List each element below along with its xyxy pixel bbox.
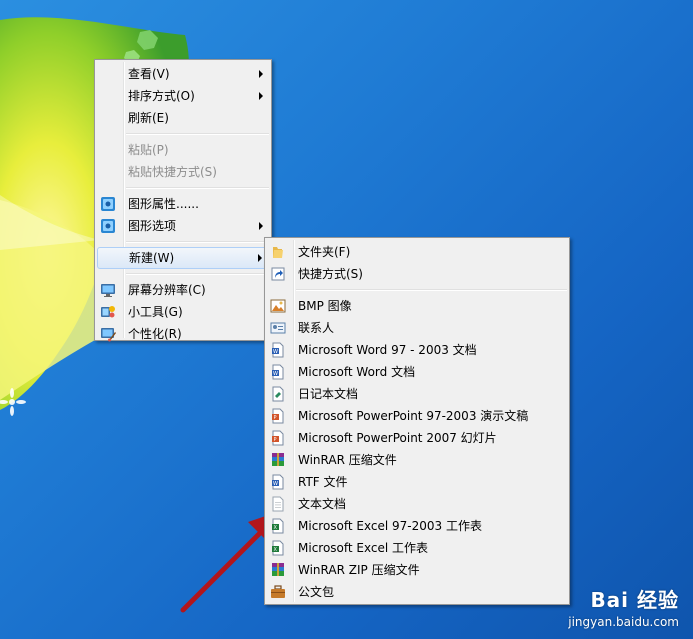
- new-item-winrar-zip[interactable]: WinRAR ZIP 压缩文件: [265, 559, 569, 581]
- winrar-zip-icon: [272, 563, 284, 576]
- svg-text:W: W: [273, 481, 278, 487]
- gadgets-icon: [101, 306, 115, 318]
- contact-icon: [270, 322, 286, 334]
- powerpoint-2007-icon: P: [272, 430, 284, 446]
- shortcut-icon: [271, 267, 285, 281]
- menu-item-paste-shortcut: 粘贴快捷方式(S): [128, 165, 217, 179]
- new-item-contact[interactable]: 联系人: [265, 317, 569, 339]
- menu-item-gadgets[interactable]: 小工具(G): [95, 301, 271, 323]
- menu-separator: [296, 289, 567, 291]
- personalize-icon: [101, 328, 116, 342]
- menu-separator: [126, 187, 269, 189]
- menu-item-personalize[interactable]: 个性化(R): [95, 323, 271, 345]
- menu-separator: [126, 273, 269, 275]
- folder-icon: [273, 247, 283, 258]
- menu-item-screen-resolution[interactable]: 屏幕分辨率(C): [95, 279, 271, 301]
- menu-item-view[interactable]: 查看(V): [95, 63, 271, 85]
- journal-icon: [272, 386, 284, 402]
- screen-resolution-icon: [101, 284, 115, 297]
- menu-separator: [126, 241, 269, 243]
- desktop[interactable]: 查看(V) 排序方式(O) 刷新(E) 粘贴(P) 粘贴快捷方式(S) 图形属性…: [0, 0, 693, 639]
- text-document-icon: [272, 496, 284, 512]
- new-item-excel-97[interactable]: X Microsoft Excel 97-2003 工作表: [265, 515, 569, 537]
- new-item-bmp-image[interactable]: BMP 图像: [265, 295, 569, 317]
- new-item-rtf[interactable]: W RTF 文件: [265, 471, 569, 493]
- graphics-options-icon: [101, 219, 115, 233]
- graphics-properties-icon: [101, 197, 115, 211]
- new-item-folder[interactable]: 文件夹(F): [265, 241, 569, 263]
- briefcase-icon: [271, 585, 285, 598]
- menu-item-graphics-options[interactable]: 图形选项: [95, 215, 271, 237]
- submenu-arrow-icon: [259, 70, 263, 78]
- svg-text:X: X: [274, 547, 278, 553]
- svg-text:P: P: [274, 415, 277, 421]
- powerpoint-97-icon: P: [272, 408, 284, 424]
- new-item-briefcase[interactable]: 公文包: [265, 581, 569, 603]
- new-item-powerpoint-97[interactable]: P Microsoft PowerPoint 97-2003 演示文稿: [265, 405, 569, 427]
- new-submenu: 文件夹(F) 快捷方式(S) BMP 图像 联系人 W Microsoft Wo…: [264, 237, 570, 605]
- bmp-image-icon: [270, 299, 286, 313]
- desktop-context-menu: 查看(V) 排序方式(O) 刷新(E) 粘贴(P) 粘贴快捷方式(S) 图形属性…: [94, 59, 272, 342]
- svg-text:X: X: [274, 525, 278, 531]
- watermark-logo-text: Bai 经验: [590, 588, 679, 612]
- new-item-powerpoint-2007[interactable]: P Microsoft PowerPoint 2007 幻灯片: [265, 427, 569, 449]
- svg-text:W: W: [273, 371, 278, 377]
- new-item-word-97[interactable]: W Microsoft Word 97 - 2003 文档: [265, 339, 569, 361]
- excel-icon: X: [272, 540, 284, 556]
- submenu-arrow-icon: [259, 92, 263, 100]
- menu-item-paste: 粘贴(P): [128, 143, 169, 157]
- rtf-icon: W: [272, 474, 284, 490]
- submenu-arrow-icon: [258, 254, 262, 262]
- watermark-url: jingyan.baidu.com: [568, 615, 679, 629]
- menu-item-new[interactable]: 新建(W): [97, 247, 269, 269]
- new-item-text-document[interactable]: 文本文档: [265, 493, 569, 515]
- word-doc-icon: W: [272, 364, 284, 380]
- menu-item-graphics-properties[interactable]: 图形属性......: [95, 193, 271, 215]
- new-item-excel[interactable]: X Microsoft Excel 工作表: [265, 537, 569, 559]
- svg-text:P: P: [274, 437, 277, 443]
- menu-item-sort-by[interactable]: 排序方式(O): [95, 85, 271, 107]
- excel-97-icon: X: [272, 518, 284, 534]
- winrar-icon: [272, 453, 284, 466]
- new-item-journal[interactable]: 日记本文档: [265, 383, 569, 405]
- svg-text:W: W: [273, 349, 278, 355]
- new-item-winrar[interactable]: WinRAR 压缩文件: [265, 449, 569, 471]
- menu-separator: [126, 133, 269, 135]
- word-97-icon: W: [272, 342, 284, 358]
- menu-item-refresh[interactable]: 刷新(E): [95, 107, 271, 129]
- new-item-word-doc[interactable]: W Microsoft Word 文档: [265, 361, 569, 383]
- submenu-arrow-icon: [259, 222, 263, 230]
- new-item-shortcut[interactable]: 快捷方式(S): [265, 263, 569, 285]
- baidu-jingyan-watermark: Bai 经验 jingyan.baidu.com: [568, 584, 679, 629]
